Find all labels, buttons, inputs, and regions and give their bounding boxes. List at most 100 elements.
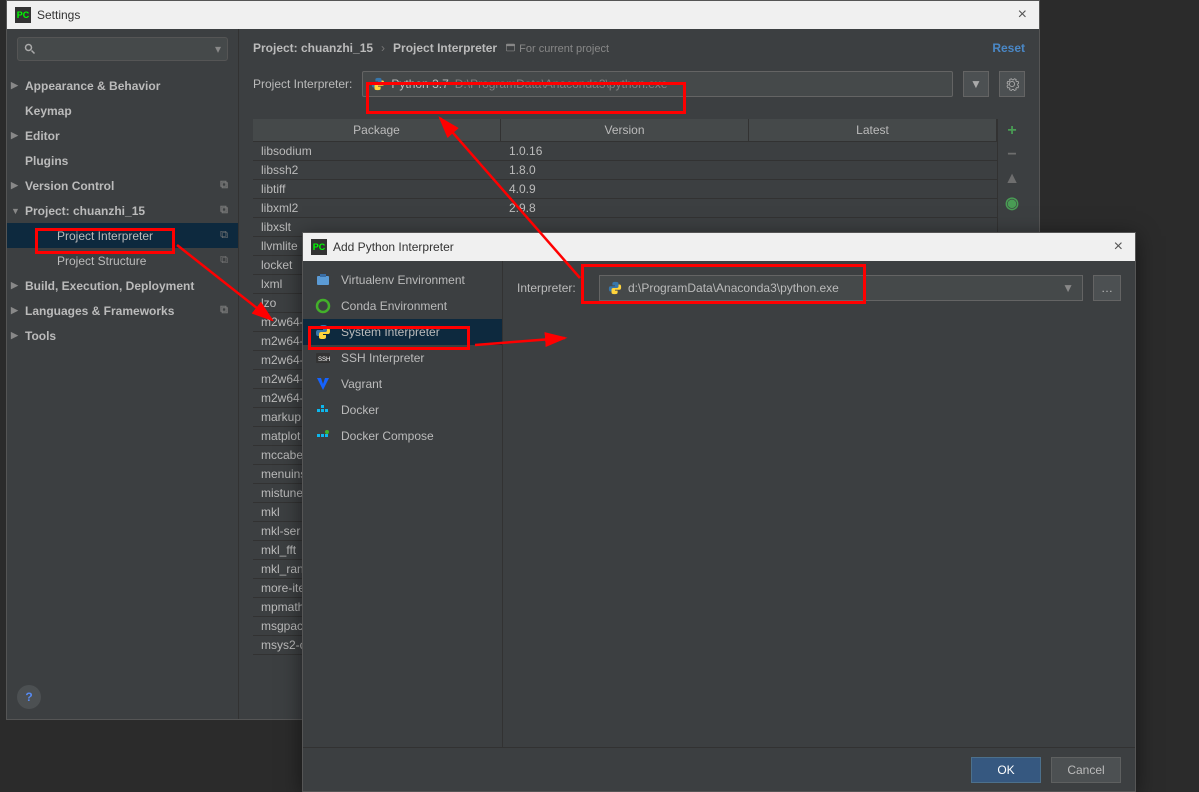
dlg-interpreter-select[interactable]: d:\ProgramData\Anaconda3\python.exe ▼ bbox=[599, 275, 1083, 301]
cell-ver: 4.0.9 bbox=[501, 182, 749, 196]
sidebar-item-version-control[interactable]: ▶ Version Control ⧉ bbox=[7, 173, 238, 198]
col-version[interactable]: Version bbox=[501, 119, 749, 141]
tree-item-label: Plugins bbox=[25, 154, 68, 168]
env-item-conda-environment[interactable]: Conda Environment bbox=[303, 293, 502, 319]
tree-item-label: Project: chuanzhi_15 bbox=[25, 204, 145, 218]
remove-package-button[interactable]: − bbox=[998, 143, 1025, 167]
sidebar-item-project-interpreter[interactable]: Project Interpreter⧉ bbox=[7, 223, 238, 248]
tree-item-label: Keymap bbox=[25, 104, 72, 118]
tree-item-label: Appearance & Behavior bbox=[25, 79, 160, 93]
close-icon[interactable]: × bbox=[1110, 238, 1127, 256]
copy-icon: ⧉ bbox=[220, 229, 228, 242]
col-package[interactable]: Package bbox=[253, 119, 501, 141]
window-title: Settings bbox=[37, 8, 80, 22]
sidebar-item-build-execution-deployment[interactable]: ▶Build, Execution, Deployment bbox=[7, 273, 238, 298]
vagrant-icon bbox=[315, 376, 331, 392]
tree-item-label: Editor bbox=[25, 129, 60, 143]
env-item-vagrant[interactable]: Vagrant bbox=[303, 371, 502, 397]
chevron-right-icon: › bbox=[381, 41, 385, 55]
sidebar-item-plugins[interactable]: Plugins bbox=[7, 148, 238, 173]
sidebar-item-project-structure[interactable]: Project Structure ⧉ bbox=[7, 248, 238, 273]
env-item-docker-compose[interactable]: Docker Compose bbox=[303, 423, 502, 449]
tree-arrow-icon: ▶ bbox=[11, 130, 21, 141]
reset-link[interactable]: Reset bbox=[992, 41, 1025, 55]
cell-ver: 2.9.8 bbox=[501, 201, 749, 215]
tree-arrow-icon: ▶ bbox=[11, 330, 21, 341]
ok-button[interactable]: OK bbox=[971, 757, 1041, 783]
sidebar-item-appearance-behavior[interactable]: ▶Appearance & Behavior bbox=[7, 73, 238, 98]
col-latest[interactable]: Latest bbox=[749, 119, 997, 141]
env-item-label: SSH Interpreter bbox=[341, 351, 424, 365]
svg-text:SSH: SSH bbox=[318, 357, 330, 363]
interpreter-row: Project Interpreter: Python 3.7 D:\Progr… bbox=[239, 63, 1039, 105]
sidebar-item-languages-frameworks[interactable]: ▶ Languages & Frameworks ⧉ bbox=[7, 298, 238, 323]
gear-icon[interactable] bbox=[999, 71, 1025, 97]
close-icon[interactable]: × bbox=[1014, 6, 1031, 24]
package-header: Package Version Latest bbox=[253, 119, 997, 142]
breadcrumb: Project: chuanzhi_15 › Project Interpret… bbox=[239, 29, 1039, 63]
dlg-interpreter-label: Interpreter: bbox=[517, 281, 589, 295]
tree-arrow-icon: ▶ bbox=[11, 180, 21, 191]
env-item-system-interpreter[interactable]: System Interpreter bbox=[303, 319, 502, 345]
sidebar-item-tools[interactable]: ▶ Tools bbox=[7, 323, 238, 348]
interpreter-label: Project Interpreter: bbox=[253, 77, 352, 91]
tree-item-label: Tools bbox=[25, 329, 56, 343]
chevron-down-icon: ▼ bbox=[1062, 281, 1074, 295]
dialog-title: Add Python Interpreter bbox=[333, 240, 454, 254]
tree-item-label: Languages & Frameworks bbox=[25, 304, 174, 318]
show-early-releases-button[interactable]: ◉ bbox=[998, 191, 1025, 215]
sidebar-item-keymap[interactable]: Keymap bbox=[7, 98, 238, 123]
table-row[interactable]: libxml22.9.8 bbox=[253, 199, 997, 218]
crumb-project[interactable]: Project: chuanzhi_15 bbox=[253, 41, 373, 55]
sidebar-item-project-chuanzhi-15[interactable]: ▼ Project: chuanzhi_15 ⧉ bbox=[7, 198, 238, 223]
table-row[interactable]: libsodium1.0.16 bbox=[253, 142, 997, 161]
env-item-label: Docker bbox=[341, 403, 379, 417]
env-item-ssh-interpreter[interactable]: SSH SSH Interpreter bbox=[303, 345, 502, 371]
copy-icon: ⧉ bbox=[220, 204, 228, 217]
table-row[interactable]: libtiff4.0.9 bbox=[253, 180, 997, 199]
env-item-label: Docker Compose bbox=[341, 429, 434, 443]
conda-icon bbox=[315, 298, 331, 314]
copy-icon: ⧉ bbox=[220, 179, 228, 192]
env-item-docker[interactable]: Docker bbox=[303, 397, 502, 423]
dialog-main: Interpreter: d:\ProgramData\Anaconda3\py… bbox=[503, 261, 1135, 747]
tree-arrow-icon: ▶ bbox=[11, 280, 21, 291]
settings-sidebar: ▾ ▶Appearance & BehaviorKeymap▶EditorPlu… bbox=[7, 29, 239, 719]
for-current-project-hint: For current project bbox=[505, 42, 609, 55]
upgrade-package-button[interactable]: ▲ bbox=[998, 167, 1025, 191]
cell-pkg: libsodium bbox=[253, 144, 501, 158]
env-list: Virtualenv Environment Conda Environment S… bbox=[303, 261, 503, 747]
cell-ver: 1.8.0 bbox=[501, 163, 749, 177]
settings-tree: ▶Appearance & BehaviorKeymap▶EditorPlugi… bbox=[7, 69, 238, 675]
add-package-button[interactable]: + bbox=[998, 119, 1025, 143]
tree-arrow-icon: ▶ bbox=[11, 305, 21, 316]
python-icon bbox=[315, 324, 331, 340]
browse-button[interactable]: … bbox=[1093, 275, 1121, 301]
tree-arrow-icon: ▼ bbox=[11, 206, 21, 216]
search-input[interactable]: ▾ bbox=[17, 37, 228, 61]
python-icon bbox=[608, 281, 622, 295]
cell-pkg: libtiff bbox=[253, 182, 501, 196]
cell-pkg: libssh2 bbox=[253, 163, 501, 177]
add-interpreter-dialog: PC Add Python Interpreter × Virtualenv E… bbox=[302, 232, 1136, 792]
venv-icon bbox=[315, 272, 331, 288]
copy-icon: ⧉ bbox=[220, 254, 228, 267]
env-item-label: Conda Environment bbox=[341, 299, 447, 313]
dlg-interpreter-path: d:\ProgramData\Anaconda3\python.exe bbox=[628, 281, 839, 295]
pycharm-icon: PC bbox=[15, 7, 31, 23]
interpreter-select[interactable]: Python 3.7 D:\ProgramData\Anaconda3\pyth… bbox=[362, 71, 953, 97]
docker-icon bbox=[315, 402, 331, 418]
env-item-label: Virtualenv Environment bbox=[341, 273, 465, 287]
tree-item-label: Project Structure bbox=[57, 254, 146, 268]
help-button[interactable]: ? bbox=[17, 685, 41, 709]
interpreter-dropdown-button[interactable]: ▼ bbox=[963, 71, 989, 97]
dialog-footer: OK Cancel bbox=[303, 747, 1135, 791]
table-row[interactable]: libssh21.8.0 bbox=[253, 161, 997, 180]
cancel-button[interactable]: Cancel bbox=[1051, 757, 1121, 783]
tree-item-label: Version Control bbox=[25, 179, 114, 193]
cell-pkg: libxml2 bbox=[253, 201, 501, 215]
ssh-icon: SSH bbox=[315, 350, 331, 366]
copy-icon: ⧉ bbox=[220, 304, 228, 317]
sidebar-item-editor[interactable]: ▶ Editor bbox=[7, 123, 238, 148]
env-item-virtualenv-environment[interactable]: Virtualenv Environment bbox=[303, 267, 502, 293]
